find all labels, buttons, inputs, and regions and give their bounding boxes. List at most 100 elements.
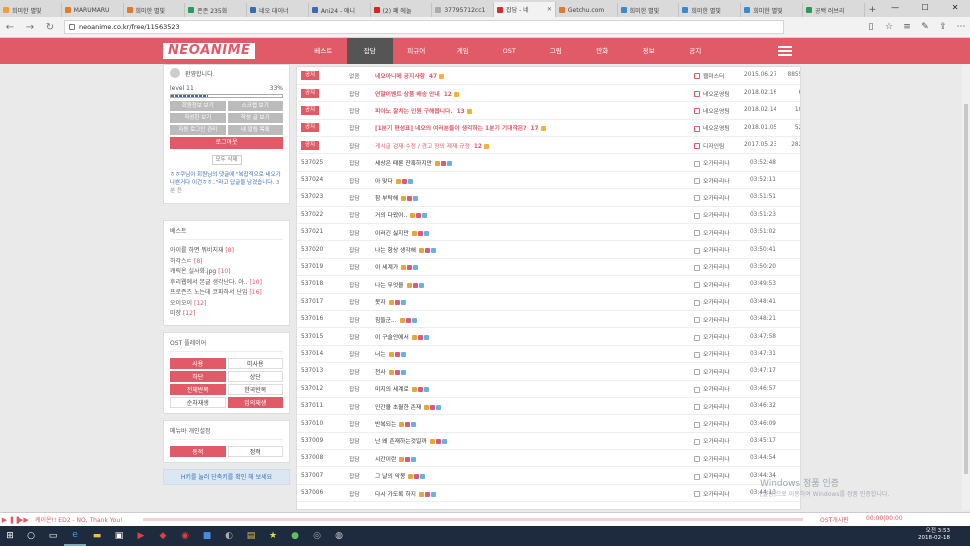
post-row[interactable]: 537007잡담그 날의 악몽오가타리나03:44:3420 [297, 466, 800, 485]
pause-icon[interactable]: ❚❚ [9, 516, 21, 524]
browser-tab[interactable]: (2) 폐 에놀 [371, 3, 433, 17]
refresh-icon[interactable]: ↻ [40, 22, 60, 33]
user-button[interactable]: 작성한 보기 [170, 113, 226, 123]
post-row[interactable]: 537025잡담세상은 때론 잔혹하지만오가타리나03:52:4800 [297, 153, 800, 172]
maximize-button[interactable]: ☐ [910, 0, 940, 17]
menu-item-1[interactable]: 잡담 [346, 38, 393, 64]
app-icon[interactable]: ▤ [240, 526, 262, 546]
media-player-icon[interactable]: ▶ [130, 526, 152, 546]
post-row[interactable]: 537009잡담난 왜 존재하는것일까오가타리나03:45:1700 [297, 432, 800, 451]
app-icon[interactable]: ★ [262, 526, 284, 546]
app-icon[interactable]: ◉ [174, 526, 196, 546]
user-button[interactable]: 자동 로그인 관리 [170, 125, 226, 135]
shortcut-hint[interactable]: H키를 눌러 단축키를 확인 해 보세요 [163, 468, 290, 485]
edge-browser-icon[interactable]: e [64, 526, 86, 546]
row-title[interactable]: 시간이란 [375, 457, 396, 463]
row-author[interactable]: 오가타리나 [703, 457, 730, 463]
browser-tab[interactable]: 잡담 - 네 ✕ [494, 2, 556, 17]
row-author[interactable]: 오가타리나 [703, 352, 730, 358]
browser-tab[interactable]: 네오 대이너 [247, 3, 309, 17]
next-icon[interactable]: ▶▶ [18, 516, 29, 524]
browser-tab[interactable]: 희미한 별빛 [679, 3, 742, 17]
delete-all-button[interactable]: 모두 삭제 [211, 155, 242, 165]
row-title[interactable]: 연말이벤트 상품 배송 안내 [375, 92, 440, 98]
row-title[interactable]: 다시 가도록 하지 [375, 492, 416, 498]
row-author[interactable]: 오가타리나 [703, 231, 730, 237]
best-item[interactable]: 캐릭온 실사화.jpg [10] [170, 267, 283, 278]
page-scrollbar[interactable] [962, 64, 970, 510]
row-title[interactable]: 그 날의 악몽 [375, 474, 405, 480]
row-title[interactable]: 이 세계가 [375, 265, 398, 271]
row-title[interactable]: 이러긴 싫지만 [375, 231, 409, 237]
post-row[interactable]: 537015잡담이 구슬안에서오가타리나03:47:5800 [297, 327, 800, 346]
notice-row[interactable]: 공지 잡담 게시글 검재 수정 / 경고 징의 제재 규정 12 디자인팀 2017.05… [297, 136, 800, 155]
ost-option-button[interactable]: 전체반복 [170, 383, 226, 395]
row-title[interactable]: 아 맞다 [375, 179, 393, 185]
task-view-icon[interactable]: ▭ [42, 526, 64, 546]
post-row[interactable]: 537008잡담시간이란오가타리나03:44:5410 [297, 449, 800, 468]
row-title[interactable]: 미지의 세계로 [375, 387, 409, 393]
post-row[interactable]: 537022잡담거의 다왔어..오가타리나03:51:2300 [297, 206, 800, 225]
best-item[interactable]: 미쟝 [12] [170, 309, 283, 320]
post-row[interactable]: 537017잡담못자오가타리나03:48:4100 [297, 293, 800, 311]
browser-tab[interactable]: 존존 235화 [185, 3, 248, 17]
app-icon[interactable]: ◆ [152, 526, 174, 546]
play-icon[interactable]: ▶ [0, 516, 9, 524]
reading-view-icon[interactable]: ▯ [862, 22, 880, 32]
notice-row[interactable]: 공지 잡담 [1분기 편성표] 네오의 여러분들이 생각하는 1분기 기대작은? 17… [297, 119, 800, 138]
row-title[interactable]: 세상은 때론 잔혹하지만 [375, 161, 432, 167]
row-author[interactable]: 오가타리나 [703, 265, 730, 271]
ost-option-button[interactable]: 임의재생 [227, 396, 283, 408]
row-title[interactable]: 참 부탁해 [375, 196, 398, 202]
menu-item-6[interactable]: 만화 [579, 38, 626, 64]
menu-item-0[interactable]: 베스트 [300, 38, 347, 64]
row-author[interactable]: 오가타리나 [703, 283, 730, 289]
new-tab-button[interactable]: + [865, 3, 880, 17]
app-icon[interactable]: ◎ [306, 526, 328, 546]
menu-item-5[interactable]: 그림 [533, 38, 580, 64]
row-author[interactable]: 오가타리나 [703, 318, 730, 324]
post-row[interactable]: 537011잡담인간을 초월한 존재오가타리나03:46:3200 [297, 397, 800, 416]
hamburger-menu-icon[interactable] [778, 46, 792, 56]
best-item[interactable]: 후리웹에서 본글 생각난다. 아.. [10] [170, 278, 283, 289]
row-title[interactable]: 피아노 잘치는 인원 구해봅니다. [375, 109, 453, 115]
post-row[interactable]: 537021잡담이러긴 싫지만오가타리나03:51:0200 [297, 223, 800, 242]
url-input[interactable]: neoanime.co.kr/free/11563523 [64, 20, 784, 34]
row-author[interactable]: 오가타리나 [703, 439, 730, 445]
row-author[interactable]: 네오운영팀 [703, 126, 730, 132]
notes-pen-icon[interactable]: ✎ [916, 22, 934, 32]
forward-icon[interactable]: → [20, 22, 40, 33]
ost-option-button[interactable]: 상단 [227, 370, 283, 382]
browser-tab[interactable]: 희미한 별빛 [618, 3, 680, 17]
row-author[interactable]: 오가타리나 [703, 492, 730, 498]
post-row[interactable]: 537014잡담너는오가타리나03:47:3100 [297, 345, 800, 364]
row-title[interactable]: 나는 항상 생각해 [375, 248, 416, 254]
search-icon[interactable]: ○ [20, 526, 42, 546]
row-author[interactable]: 오가타리나 [703, 387, 730, 393]
logout-button[interactable]: 로그아웃 [170, 137, 283, 149]
windows-start-icon[interactable]: ⊞ [0, 526, 20, 546]
app-icon[interactable]: ◍ [328, 526, 350, 546]
row-title[interactable]: 힘들군... [375, 318, 397, 324]
best-item[interactable]: 오이오이 [12] [170, 299, 283, 310]
store-icon[interactable]: ▣ [108, 526, 130, 546]
browser-tab[interactable]: 공백 러브리 [803, 3, 865, 17]
file-explorer-icon[interactable]: ▬ [86, 526, 108, 546]
best-item[interactable]: 프로즌즈 노는데 코파하서 난입 [16] [170, 288, 283, 299]
user-button[interactable]: 스크랩 보기 [227, 101, 283, 111]
ost-option-button[interactable]: 순차재생 [170, 396, 226, 408]
row-author[interactable]: 오가타리나 [703, 422, 730, 428]
browser-tab[interactable]: 희미한 별빛 [0, 3, 62, 17]
favorite-star-icon[interactable]: ☆ [880, 22, 898, 32]
post-row[interactable]: 537006잡담다시 가도록 하지오가타리나03:44:1300 [297, 484, 800, 503]
row-author[interactable]: 오가타리나 [703, 405, 730, 411]
row-title[interactable]: 네오아니메 공지사항 [375, 74, 425, 80]
row-author[interactable]: 디자인팀 [703, 144, 724, 150]
menu-item-7[interactable]: 정보 [626, 38, 673, 64]
post-row[interactable]: 537013잡담천사오가타리나03:47:1700 [297, 362, 800, 381]
post-row[interactable]: 537020잡담나는 항상 생각해오가타리나03:50:4100 [297, 240, 800, 259]
row-title[interactable]: 이 구슬안에서 [375, 335, 409, 341]
post-row[interactable]: 537023잡담참 부탁해오가타리나03:51:5100 [297, 188, 800, 207]
menu-item-2[interactable]: 피규어 [393, 38, 440, 64]
browser-tab[interactable]: Ani24 - 애니 [309, 3, 371, 17]
